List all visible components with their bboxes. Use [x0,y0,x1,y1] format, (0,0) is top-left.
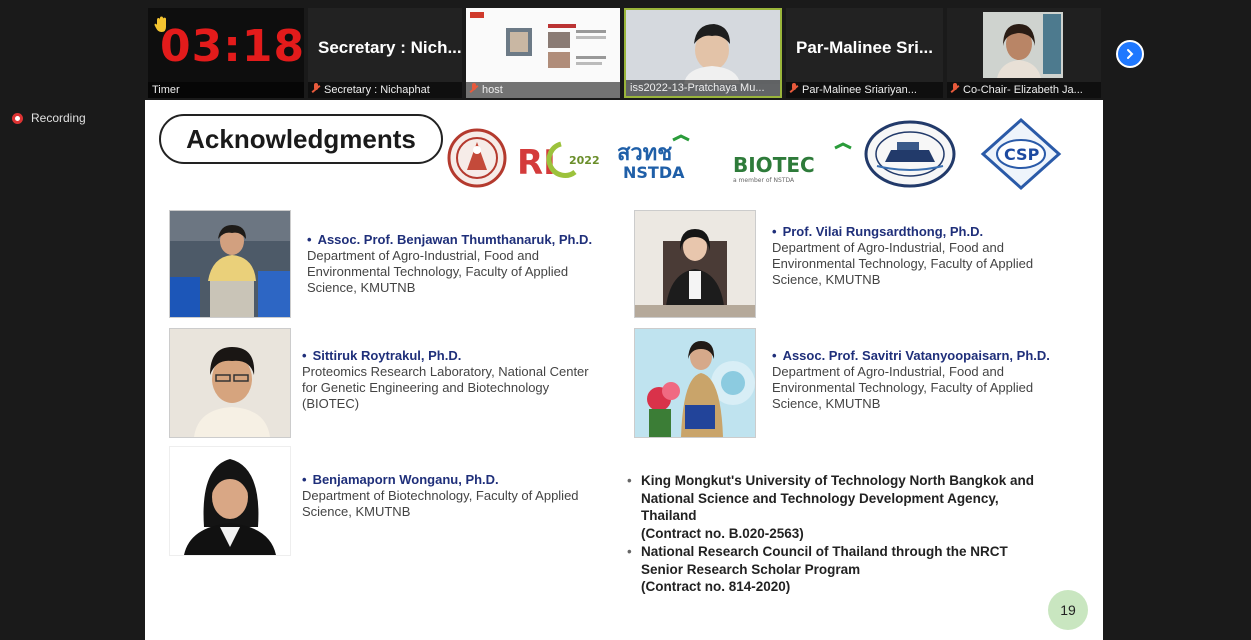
person-info-benjawan: • Assoc. Prof. Benjawan Thumthanaruk, Ph.… [307,232,607,296]
person-info-vilai: • Prof. Vilai Rungsardthong, Ph.D. Depart… [772,224,1072,288]
participant-tile-pratchaya[interactable]: iss2022-13-Pratchaya Mu... [624,8,782,98]
participant-name: Par-Malinee Sriariyan... [802,84,917,96]
participant-tile-secretary[interactable]: Secretary : Nich... Secretary : Nichapha… [308,8,462,98]
funding-contract: (Contract no. B.020-2563) [641,525,804,541]
company-seal-logo [864,120,956,188]
participant-name-bar: Secretary : Nichaphat [308,82,462,98]
participant-name: Co-Chair- Elizabeth Ja... [963,84,1083,96]
ri2022-logo: RI 2022 [517,141,600,183]
person-name: • Prof. Vilai Rungsardthong, Ph.D. [772,224,984,239]
recording-label: Recording [31,111,86,125]
participant-name-bar: iss2022-13-Pratchaya Mu... [626,80,780,96]
person-name-text: Assoc. Prof. Savitri Vatanyoopaisarn, Ph… [782,348,1050,363]
timer-tile[interactable]: 03:18 Timer [148,8,304,98]
ri-year: 2022 [569,154,600,167]
participant-big-name: Secretary : Nich... [318,38,462,57]
person-name-text: Prof. Vilai Rungsardthong, Ph.D. [782,224,984,239]
participant-name: host [482,84,503,96]
participant-tile-malinee[interactable]: Par-Malinee Sri... Par-Malinee Sriariyan… [786,8,943,98]
muted-mic-icon [790,83,798,94]
person-name: • Assoc. Prof. Benjawan Thumthanaruk, Ph.… [307,232,593,247]
chevron-right-icon [1127,49,1134,59]
person-affiliation: Department of Biotechnology, Faculty of … [302,488,579,519]
video-strip: 03:18 Timer Secretary : Nich... Secretar… [0,0,1251,100]
muted-mic-icon [470,83,478,94]
person-affiliation: Department of Agro-Industrial, Food and … [772,240,1034,287]
participant-name-bar: Co-Chair- Elizabeth Ja... [947,82,1101,98]
participant-tile-elizabeth[interactable]: Co-Chair- Elizabeth Ja... [947,8,1101,98]
participant-big-name: Par-Malinee Sri... [796,38,933,57]
participant-tile-host[interactable]: host [466,8,620,98]
person-info-savitri: • Assoc. Prof. Savitri Vatanyoopaisarn, P… [772,348,1082,412]
recording-icon [12,112,23,124]
sponsor-logos: RI 2022 สวทช NSTDA BIOTEC a member of NS… [447,117,1062,191]
person-name: • Assoc. Prof. Savitri Vatanyoopaisarn, P… [772,348,1050,363]
shared-slide: Acknowledgments RI 2022 สวทช NSTDA BIOTE… [145,100,1103,640]
muted-mic-icon [951,83,959,94]
funding-item: King Mongkut's University of Technology … [627,472,1047,542]
slide-title-box: Acknowledgments [159,114,443,164]
funding-list: King Mongkut's University of Technology … [627,472,1047,596]
person-photo-sittiruk [169,328,291,438]
person-name-text: Assoc. Prof. Benjawan Thumthanaruk, Ph.D… [317,232,593,247]
participant-name-bar: Par-Malinee Sriariyan... [786,82,943,98]
slide-page-number: 19 [1048,590,1088,630]
person-affiliation: Department of Agro-Industrial, Food and … [307,248,569,295]
recording-indicator[interactable]: Recording [12,111,86,125]
person-name: • Benjamaporn Wonganu, Ph.D. [302,472,499,487]
participant-name-bar: host [466,82,620,98]
csp-text: CSP [1004,145,1040,164]
person-affiliation: Department of Agro-Industrial, Food and … [772,364,1034,411]
shared-screen-thumbnail [466,8,620,82]
timer-label: Timer [148,82,304,98]
person-photo-benjawan [169,210,291,318]
slide-title: Acknowledgments [186,123,416,154]
kmutnb-seal-logo [447,128,507,188]
participant-video [626,10,780,84]
nstda-text: NSTDA [623,163,685,182]
person-name-text: Sittiruk Roytrakul, Ph.D. [312,348,462,363]
biotec-tagline: a member of NSTDA [733,177,795,184]
person-photo-benjamaporn [169,446,291,556]
person-info-benjamaporn: • Benjamaporn Wonganu, Ph.D. Department o… [302,472,592,520]
funding-contract: (Contract no. 814-2020) [641,579,791,594]
funding-text: National Research Council of Thailand th… [641,544,1008,577]
biotec-logo: BIOTEC a member of NSTDA [733,142,852,184]
nstda-logo: สวทช NSTDA [617,134,690,182]
person-name: • Sittiruk Roytrakul, Ph.D. [302,348,462,363]
participant-video [947,8,1101,82]
participant-name: Secretary : Nichaphat [324,84,430,96]
person-affiliation: Proteomics Research Laboratory, National… [302,364,589,411]
next-page-button[interactable] [1116,40,1144,68]
csp-logo: CSP [980,117,1062,191]
funding-item: National Research Council of Thailand th… [627,543,1047,596]
biotec-text: BIOTEC [733,153,815,177]
muted-mic-icon [312,83,320,94]
person-photo-vilai [634,210,756,318]
timer-value: 03:18 [160,21,304,72]
funding-text: King Mongkut's University of Technology … [641,473,1034,523]
person-name-text: Benjamaporn Wonganu, Ph.D. [312,472,499,487]
person-photo-savitri [634,328,756,438]
person-info-sittiruk: • Sittiruk Roytrakul, Ph.D. Proteomics Re… [302,348,592,412]
